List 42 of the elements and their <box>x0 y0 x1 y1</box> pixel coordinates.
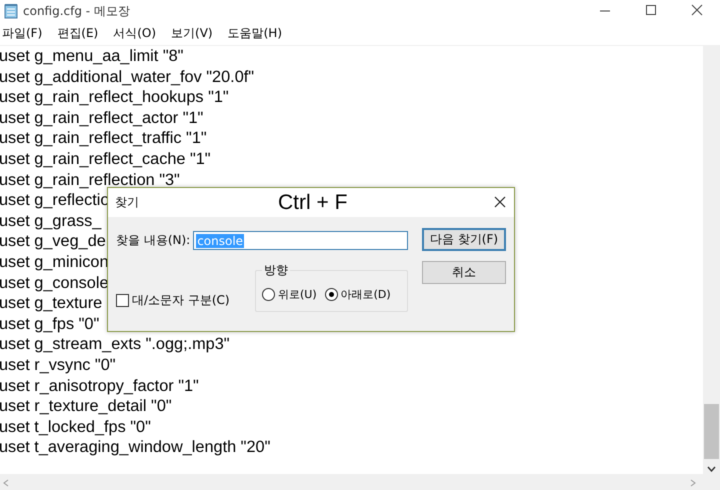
text-line: uset t_locked_fps "0" <box>0 416 151 438</box>
scrollbar-thumb[interactable] <box>704 404 719 459</box>
radio-button[interactable] <box>324 288 338 301</box>
group-label: 방향 <box>262 262 290 279</box>
find-label: 찾을 내용(N): <box>116 232 190 249</box>
dialog-button[interactable]: 다음 찾기(F) <box>422 228 506 251</box>
text-line: uset g_fps "0" <box>0 314 100 334</box>
text-line: uset r_texture_detail "0" <box>0 396 172 417</box>
notepad-icon <box>4 3 18 19</box>
text-line: uset g_stream_exts ".ogg;.mp3" <box>0 334 230 355</box>
text-line: uset g_rain_reflect_traffic "1" <box>0 128 207 149</box>
text-line: uset g_additional_water_fov "20.0f" <box>0 66 254 88</box>
dialog-title: 찾기 <box>115 194 139 211</box>
text-line: uset g_console <box>0 272 109 294</box>
text-line: uset g_texture <box>0 293 102 314</box>
shortcut-annotation: Ctrl + F <box>278 191 348 215</box>
text-line: uset g_menu_aa_limit "8" <box>0 46 184 67</box>
menu-item[interactable]: 편집(E) <box>57 25 98 42</box>
checkbox-label[interactable]: 대/소문자 구분(C) <box>132 292 230 309</box>
text-line: uset g_rain_reflect_actor "1" <box>0 108 204 128</box>
menu-item[interactable]: 파일(F) <box>2 25 42 42</box>
menu-item[interactable]: 도움말(H) <box>228 25 282 42</box>
radio-button[interactable] <box>262 288 275 301</box>
radio-label[interactable]: 위로(U) <box>278 287 317 302</box>
text-line: uset g_minicon <box>0 252 109 273</box>
text-line: uset g_rain_reflect_hookups "1" <box>0 87 229 108</box>
menu-item[interactable]: 서식(O) <box>113 25 156 42</box>
checkbox[interactable] <box>116 294 129 307</box>
close-icon[interactable] <box>494 196 506 208</box>
text-line: uset r_vsync "0" <box>0 354 116 376</box>
text-line: uset g_veg_de <box>0 231 106 252</box>
menu-item[interactable]: 보기(V) <box>171 25 213 42</box>
dialog-button[interactable]: 취소 <box>422 261 506 284</box>
text-line: uset g_rain_reflection "3" <box>0 170 180 190</box>
text-line: uset g_reflectio <box>0 190 110 211</box>
text-line: uset r_anisotropy_factor "1" <box>0 376 199 396</box>
text-line: uset g_grass_ <box>0 210 102 232</box>
text-line: uset t_averaging_window_length "20" <box>0 437 270 458</box>
vertical-scrollbar[interactable] <box>703 46 720 474</box>
window-title: config.cfg - 메모장 <box>23 2 130 20</box>
radio-label[interactable]: 아래로(D) <box>340 287 391 302</box>
text-line: uset g_rain_reflect_cache "1" <box>0 148 211 170</box>
